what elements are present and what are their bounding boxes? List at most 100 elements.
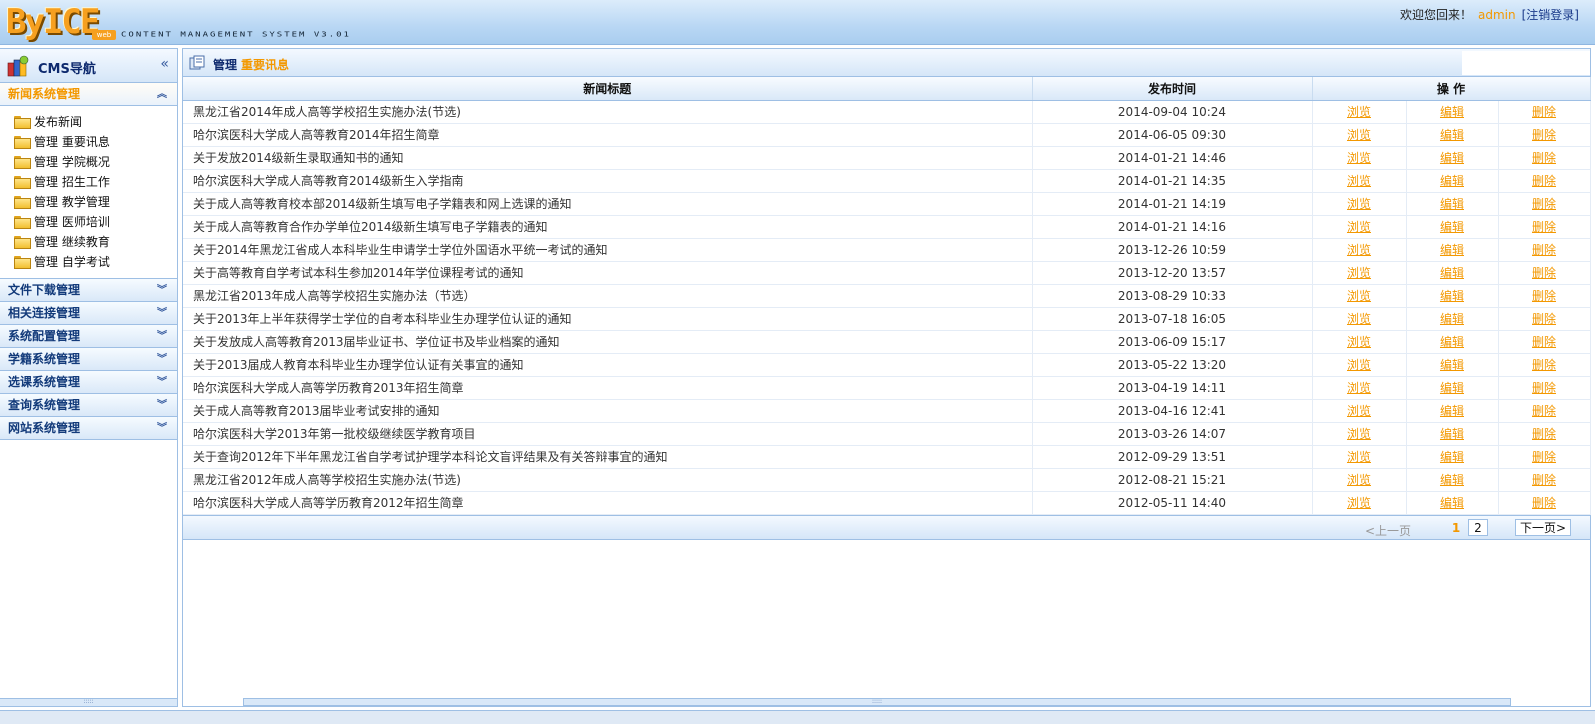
edit-link[interactable]: 编辑 (1440, 473, 1464, 487)
edit-cell: 编辑 (1406, 491, 1499, 515)
menu-section-news[interactable]: 新闻系统管理 ︽ (0, 83, 177, 106)
view-link[interactable]: 浏览 (1347, 358, 1371, 372)
menu-section-config[interactable]: 系统配置管理 ︾ (0, 325, 177, 348)
view-link[interactable]: 浏览 (1347, 128, 1371, 142)
menu-section-query[interactable]: 查询系统管理 ︾ (0, 394, 177, 417)
edit-link[interactable]: 编辑 (1440, 358, 1464, 372)
submenu-item-continuing-education[interactable]: 管理 继续教育 (14, 232, 177, 252)
delete-link[interactable]: 删除 (1532, 312, 1556, 326)
view-link[interactable]: 浏览 (1347, 496, 1371, 510)
edit-link[interactable]: 编辑 (1440, 174, 1464, 188)
view-link[interactable]: 浏览 (1347, 335, 1371, 349)
edit-link[interactable]: 编辑 (1440, 335, 1464, 349)
delete-link[interactable]: 删除 (1532, 128, 1556, 142)
delete-link[interactable]: 删除 (1532, 174, 1556, 188)
submenu-item-teaching[interactable]: 管理 教学管理 (14, 192, 177, 212)
delete-link[interactable]: 删除 (1532, 427, 1556, 441)
view-link[interactable]: 浏览 (1347, 381, 1371, 395)
delete-link[interactable]: 删除 (1532, 335, 1556, 349)
delete-link[interactable]: 删除 (1532, 473, 1556, 487)
publish-date-cell: 2013-06-09 15:17 (1032, 330, 1313, 354)
publish-date-cell: 2014-01-21 14:46 (1032, 146, 1313, 170)
edit-link[interactable]: 编辑 (1440, 151, 1464, 165)
chevron-down-icon[interactable]: ︾ (157, 302, 167, 325)
submenu-item-self-study-exam[interactable]: 管理 自学考试 (14, 252, 177, 272)
delete-link[interactable]: 删除 (1532, 358, 1556, 372)
view-link[interactable]: 浏览 (1347, 220, 1371, 234)
view-link[interactable]: 浏览 (1347, 174, 1371, 188)
edit-link[interactable]: 编辑 (1440, 312, 1464, 326)
menu-section-website[interactable]: 网站系统管理 ︾ (0, 417, 177, 440)
delete-link[interactable]: 删除 (1532, 404, 1556, 418)
submenu-item-publish-news[interactable]: 发布新闻 (14, 112, 177, 132)
view-link[interactable]: 浏览 (1347, 105, 1371, 119)
submenu-item-college-overview[interactable]: 管理 学院概况 (14, 152, 177, 172)
edit-link[interactable]: 编辑 (1440, 243, 1464, 257)
submenu-item-physician-training[interactable]: 管理 医师培训 (14, 212, 177, 232)
menu-section-course-selection[interactable]: 选课系统管理 ︾ (0, 371, 177, 394)
submenu-item-admissions[interactable]: 管理 招生工作 (14, 172, 177, 192)
logout-link[interactable]: [注销登录] (1522, 8, 1579, 22)
menu-section-file-download[interactable]: 文件下载管理 ︾ (0, 279, 177, 302)
chevron-down-icon[interactable]: ︾ (157, 417, 167, 440)
view-link[interactable]: 浏览 (1347, 243, 1371, 257)
delete-link[interactable]: 删除 (1532, 220, 1556, 234)
view-link[interactable]: 浏览 (1347, 266, 1371, 280)
chevron-up-icon[interactable]: ︽ (157, 83, 167, 106)
chevron-down-icon[interactable]: ︾ (157, 325, 167, 348)
delete-link[interactable]: 删除 (1532, 243, 1556, 257)
next-page-button[interactable]: 下一页> (1515, 518, 1571, 536)
horizontal-resize-grip[interactable]: ::::: (243, 698, 1511, 706)
delete-link[interactable]: 删除 (1532, 105, 1556, 119)
edit-cell: 编辑 (1406, 192, 1499, 216)
view-link[interactable]: 浏览 (1347, 450, 1371, 464)
prev-page-button: <上一页 (1365, 523, 1412, 538)
table-row: 哈尔滨医科大学成人高等学历教育2012年招生简章 2012-05-11 14:40… (183, 491, 1591, 515)
delete-cell: 删除 (1498, 100, 1591, 124)
delete-link[interactable]: 删除 (1532, 266, 1556, 280)
table-row: 哈尔滨医科大学成人高等学历教育2013年招生简章 2013-04-19 14:11… (183, 376, 1591, 400)
publish-date-cell: 2014-09-04 10:24 (1032, 100, 1313, 124)
menu-section-links[interactable]: 相关连接管理 ︾ (0, 302, 177, 325)
menu-section-enrollment[interactable]: 学籍系统管理 ︾ (0, 348, 177, 371)
edit-link[interactable]: 编辑 (1440, 404, 1464, 418)
delete-link[interactable]: 删除 (1532, 381, 1556, 395)
submenu-item-label: 管理 继续教育 (34, 235, 110, 249)
delete-link[interactable]: 删除 (1532, 151, 1556, 165)
edit-link[interactable]: 编辑 (1440, 105, 1464, 119)
chevron-down-icon[interactable]: ︾ (157, 394, 167, 417)
publish-date-cell: 2013-03-26 14:07 (1032, 422, 1313, 446)
submenu-item-important-news[interactable]: 管理 重要讯息 (14, 132, 177, 152)
delete-link[interactable]: 删除 (1532, 289, 1556, 303)
edit-link[interactable]: 编辑 (1440, 128, 1464, 142)
view-link[interactable]: 浏览 (1347, 289, 1371, 303)
delete-link[interactable]: 删除 (1532, 496, 1556, 510)
publish-date-cell: 2014-01-21 14:35 (1032, 169, 1313, 193)
view-link[interactable]: 浏览 (1347, 473, 1371, 487)
delete-cell: 删除 (1498, 169, 1591, 193)
view-link[interactable]: 浏览 (1347, 197, 1371, 211)
delete-link[interactable]: 删除 (1532, 450, 1556, 464)
delete-link[interactable]: 删除 (1532, 197, 1556, 211)
edit-link[interactable]: 编辑 (1440, 450, 1464, 464)
sidebar-resize-grip[interactable]: ::::: (0, 698, 177, 706)
chevron-down-icon[interactable]: ︾ (157, 348, 167, 371)
collapse-sidebar-icon[interactable]: « (160, 56, 169, 72)
edit-link[interactable]: 编辑 (1440, 289, 1464, 303)
view-link[interactable]: 浏览 (1347, 312, 1371, 326)
view-link[interactable]: 浏览 (1347, 151, 1371, 165)
edit-link[interactable]: 编辑 (1440, 496, 1464, 510)
chevron-down-icon[interactable]: ︾ (157, 279, 167, 302)
edit-link[interactable]: 编辑 (1440, 427, 1464, 441)
edit-link[interactable]: 编辑 (1440, 197, 1464, 211)
page-2-button[interactable]: 2 (1468, 518, 1488, 536)
view-link[interactable]: 浏览 (1347, 427, 1371, 441)
edit-link[interactable]: 编辑 (1440, 220, 1464, 234)
breadcrumb-current: 重要讯息 (241, 58, 290, 72)
edit-link[interactable]: 编辑 (1440, 266, 1464, 280)
view-cell: 浏览 (1312, 169, 1407, 193)
view-cell: 浏览 (1312, 261, 1407, 285)
chevron-down-icon[interactable]: ︾ (157, 371, 167, 394)
edit-link[interactable]: 编辑 (1440, 381, 1464, 395)
view-link[interactable]: 浏览 (1347, 404, 1371, 418)
